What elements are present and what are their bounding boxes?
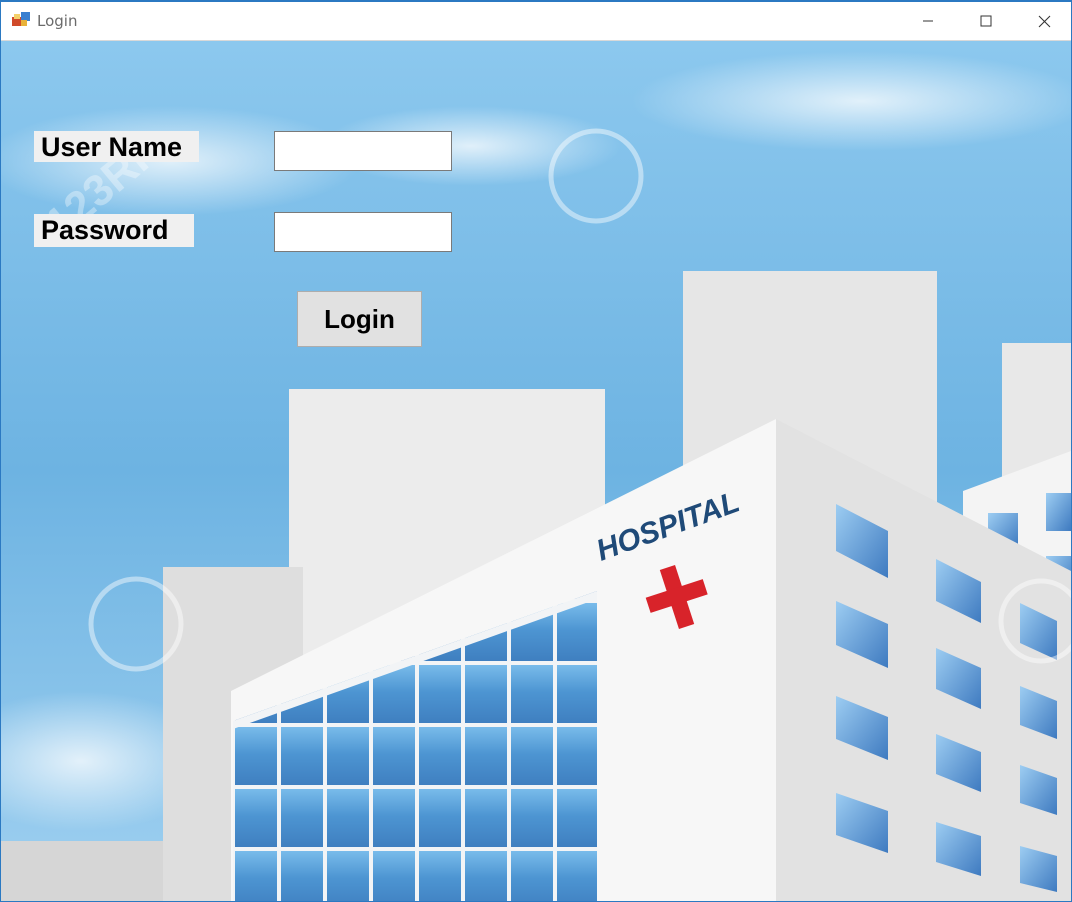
password-label: Password	[34, 214, 194, 247]
username-label: User Name	[34, 131, 199, 162]
minimize-button[interactable]	[899, 2, 957, 40]
close-button[interactable]	[1015, 2, 1071, 40]
window-title: Login	[37, 12, 78, 30]
password-input[interactable]	[274, 212, 452, 252]
form-client-area: HOSPITAL 123RF User Name Password Login	[1, 41, 1071, 901]
hospital-background-image: HOSPITAL 123RF	[1, 41, 1071, 901]
close-icon	[1038, 15, 1050, 27]
login-window: Login HOSPITAL 123RF User Name Password …	[0, 0, 1072, 902]
maximize-icon	[980, 15, 992, 27]
app-icon	[12, 12, 30, 26]
username-input[interactable]	[274, 131, 452, 171]
login-button[interactable]: Login	[297, 291, 422, 347]
minimize-icon	[923, 20, 933, 22]
maximize-button[interactable]	[957, 2, 1015, 40]
title-bar[interactable]: Login	[1, 2, 1071, 41]
